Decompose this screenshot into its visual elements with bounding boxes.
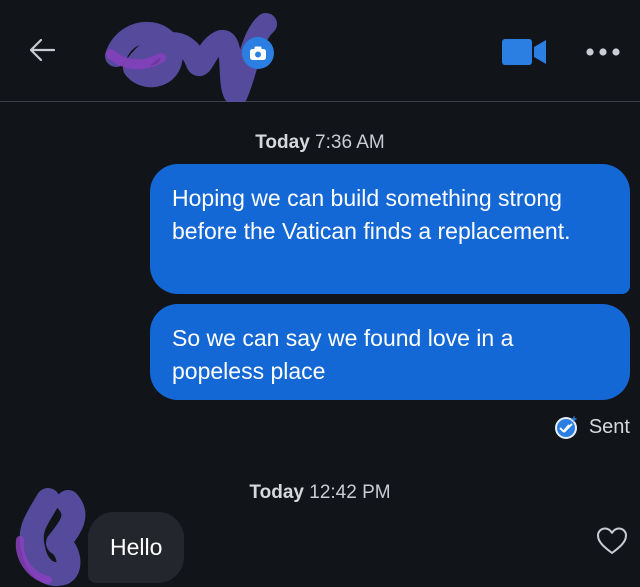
more-dots-icon xyxy=(586,48,620,56)
chat-header xyxy=(0,0,640,102)
sent-check-icon xyxy=(553,414,579,440)
timestamp-day: Today xyxy=(249,482,304,503)
message-text: Hello xyxy=(110,534,163,560)
message-text: Hoping we can build something strong bef… xyxy=(172,185,571,244)
timestamp-day: Today xyxy=(255,132,310,153)
timestamp-divider: Today 7:36 AM xyxy=(0,132,640,154)
incoming-message-bubble[interactable]: Hello xyxy=(88,512,185,583)
like-button[interactable] xyxy=(596,526,628,556)
delivery-status: Sent xyxy=(553,414,630,440)
back-button[interactable] xyxy=(26,34,58,66)
outgoing-message-bubble[interactable]: So we can say we found love in a popeles… xyxy=(150,304,630,400)
timestamp-time: 12:42 PM xyxy=(309,482,391,503)
avatar xyxy=(15,488,86,587)
video-call-button[interactable] xyxy=(502,38,548,66)
message-text: So we can say we found love in a popeles… xyxy=(172,325,514,384)
video-call-icon xyxy=(502,39,546,65)
outgoing-message-bubble[interactable]: Hoping we can build something strong bef… xyxy=(150,164,630,294)
camera-button[interactable] xyxy=(242,37,274,69)
camera-icon xyxy=(250,46,266,60)
chat-screen: Today 7:36 AM Hoping we can build someth… xyxy=(0,0,640,587)
timestamp-time: 7:36 AM xyxy=(315,132,385,153)
heart-icon xyxy=(597,527,627,554)
sent-status-label: Sent xyxy=(588,415,630,438)
arrow-left-icon xyxy=(29,38,56,62)
more-options-button[interactable] xyxy=(585,40,621,64)
